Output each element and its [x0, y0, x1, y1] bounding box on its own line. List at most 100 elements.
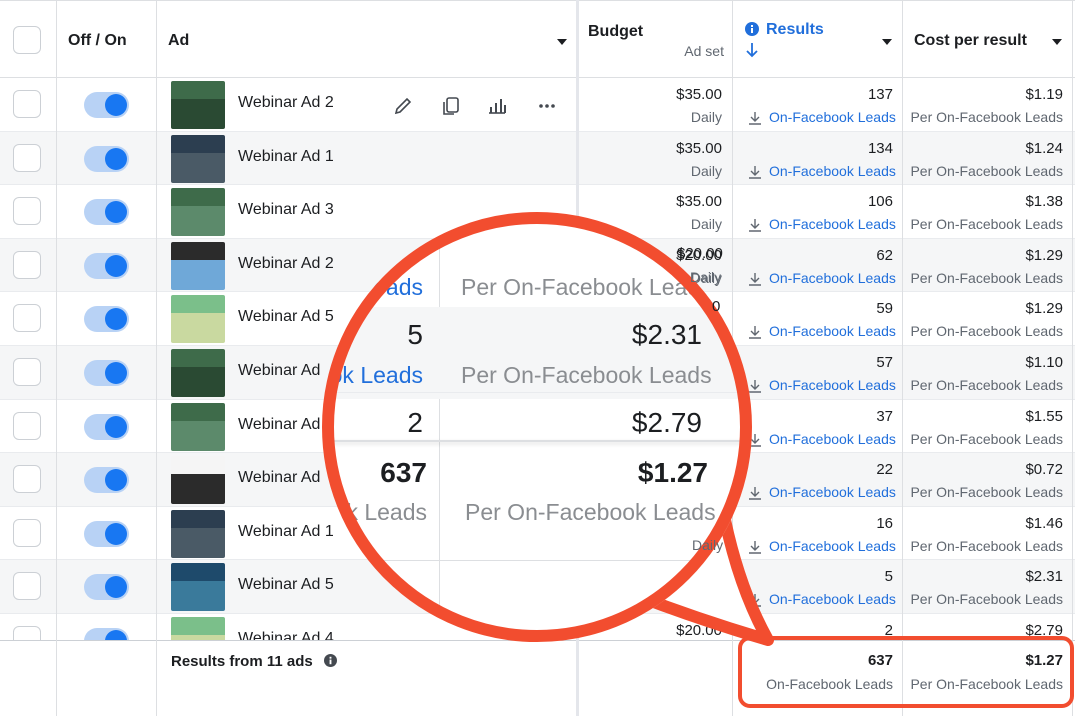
- chevron-down-icon[interactable]: [882, 39, 892, 45]
- ad-name[interactable]: Webinar Ad 3: [238, 201, 334, 219]
- thumbnail-bottom: [171, 152, 225, 183]
- duplicate-icon[interactable]: [440, 95, 462, 117]
- ad-toggle[interactable]: [84, 199, 129, 226]
- cost-per-result: $1.38: [1025, 193, 1063, 211]
- row-checkbox[interactable]: [13, 197, 41, 226]
- header-ad[interactable]: Ad: [168, 1, 576, 79]
- cost-per-result: $1.19: [1025, 86, 1063, 103]
- result-type-link[interactable]: On-Facebook Leads: [769, 163, 896, 179]
- table-row[interactable]: Webinar Ad 1 $35.00 Daily 134 On-Faceboo…: [0, 131, 1075, 186]
- ad-thumbnail[interactable]: [171, 349, 225, 397]
- ad-thumbnail[interactable]: [171, 456, 225, 505]
- row-checkbox[interactable]: [13, 304, 41, 333]
- result-type-link[interactable]: On-Facebook Leads: [769, 591, 896, 607]
- download-lead-icon[interactable]: [748, 165, 762, 180]
- ad-name[interactable]: Webinar Ad 5: [238, 308, 334, 326]
- ad-name[interactable]: Webinar Ad: [238, 416, 320, 434]
- ad-thumbnail[interactable]: [171, 509, 225, 558]
- header-cost-per-result[interactable]: Cost per result: [914, 1, 1072, 79]
- ad-thumbnail[interactable]: [171, 402, 225, 451]
- ad-toggle[interactable]: [84, 574, 129, 601]
- download-lead-icon[interactable]: [748, 111, 762, 126]
- result-type-link[interactable]: On-Facebook Leads: [769, 377, 896, 393]
- row-checkbox[interactable]: [13, 411, 41, 440]
- chevron-down-icon[interactable]: [1052, 39, 1062, 45]
- ad-name[interactable]: Webinar Ad: [238, 469, 320, 487]
- ad-toggle[interactable]: [84, 145, 129, 172]
- cost-per-result-sub: Per On-Facebook Leads: [910, 591, 1063, 608]
- ad-name[interactable]: Webinar Ad 1: [238, 523, 334, 541]
- chart-icon[interactable]: [486, 95, 508, 117]
- more-options-icon[interactable]: [536, 95, 558, 117]
- ad-thumbnail[interactable]: [171, 563, 225, 612]
- ad-toggle[interactable]: [84, 360, 129, 386]
- result-type-link[interactable]: On-Facebook Leads: [769, 323, 896, 339]
- row-checkbox[interactable]: [13, 465, 41, 494]
- ad-name[interactable]: Webinar Ad 5: [238, 576, 334, 594]
- thumbnail-top: [171, 188, 225, 207]
- header-results-label: Results: [766, 21, 824, 38]
- toggle-knob: [105, 522, 127, 545]
- ad-thumbnail[interactable]: [171, 81, 225, 129]
- ad-name[interactable]: Webinar Ad 2: [238, 255, 334, 273]
- sort-arrow-down-icon[interactable]: [745, 42, 759, 58]
- thumbnail-bottom: [171, 367, 225, 397]
- ad-name[interactable]: Webinar Ad: [238, 362, 320, 380]
- ad-thumbnail[interactable]: [171, 134, 225, 183]
- ad-toggle[interactable]: [84, 306, 129, 333]
- row-checkbox[interactable]: [13, 358, 41, 386]
- edit-pencil-icon[interactable]: [392, 95, 414, 117]
- ad-toggle[interactable]: [84, 252, 129, 279]
- peek-budget-daily-2: Daily: [692, 537, 724, 553]
- results-count: 137: [867, 86, 893, 103]
- cost-per-result-sub: Per On-Facebook Leads: [910, 484, 1063, 501]
- toggle-knob: [105, 469, 127, 492]
- results-count: 5: [884, 568, 893, 586]
- results-count: 22: [876, 461, 893, 479]
- header-off-on[interactable]: Off / On: [68, 1, 156, 79]
- ad-name[interactable]: Webinar Ad 2: [238, 94, 334, 112]
- ad-toggle[interactable]: [84, 520, 129, 547]
- budget-amount: $35.00: [676, 193, 722, 211]
- result-type-link[interactable]: On-Facebook Leads: [769, 270, 896, 286]
- result-type-link[interactable]: On-Facebook Leads: [769, 431, 896, 447]
- chevron-down-icon[interactable]: [557, 39, 567, 45]
- thumbnail-bottom: [171, 420, 225, 451]
- result-type-link[interactable]: On-Facebook Leads: [769, 109, 896, 125]
- toggle-knob: [105, 308, 127, 331]
- info-icon[interactable]: [324, 654, 337, 667]
- toggle-knob: [105, 94, 127, 116]
- row-checkbox[interactable]: [13, 143, 41, 172]
- result-type-link[interactable]: On-Facebook Leads: [769, 484, 896, 500]
- budget-amount: $35.00: [676, 139, 722, 157]
- row-checkbox[interactable]: [13, 572, 41, 601]
- thumbnail-top: [171, 349, 225, 367]
- toggle-knob: [105, 415, 127, 438]
- results-count: 37: [876, 407, 893, 425]
- ad-thumbnail[interactable]: [171, 241, 225, 290]
- cost-per-result-sub: Per On-Facebook Leads: [910, 323, 1063, 340]
- thumbnail-top: [171, 402, 225, 421]
- info-icon: [745, 22, 759, 36]
- result-type-link[interactable]: On-Facebook Leads: [769, 216, 896, 232]
- header-results[interactable]: Results: [742, 1, 900, 79]
- header-cost-label: Cost per result: [914, 32, 1027, 49]
- select-all-checkbox[interactable]: [13, 26, 41, 54]
- row-checkbox[interactable]: [13, 250, 41, 279]
- ad-thumbnail[interactable]: [171, 188, 225, 237]
- results-count: 62: [876, 246, 893, 264]
- row-checkbox[interactable]: [13, 90, 41, 118]
- cost-per-result-sub: Per On-Facebook Leads: [910, 537, 1063, 554]
- thumbnail-bottom: [171, 527, 225, 558]
- row-checkbox[interactable]: [13, 518, 41, 547]
- ad-name[interactable]: Webinar Ad 1: [238, 148, 334, 166]
- ad-toggle[interactable]: [84, 92, 129, 118]
- header-budget[interactable]: Budget Ad set: [588, 1, 730, 79]
- ad-thumbnail[interactable]: [171, 295, 225, 344]
- ad-toggle[interactable]: [84, 413, 129, 440]
- header-off-on-label: Off / On: [68, 32, 127, 49]
- ad-toggle[interactable]: [84, 467, 129, 494]
- result-type-link[interactable]: On-Facebook Leads: [769, 538, 896, 554]
- cost-per-result: $1.29: [1025, 246, 1063, 264]
- cost-per-result-sub: Per On-Facebook Leads: [910, 269, 1063, 286]
